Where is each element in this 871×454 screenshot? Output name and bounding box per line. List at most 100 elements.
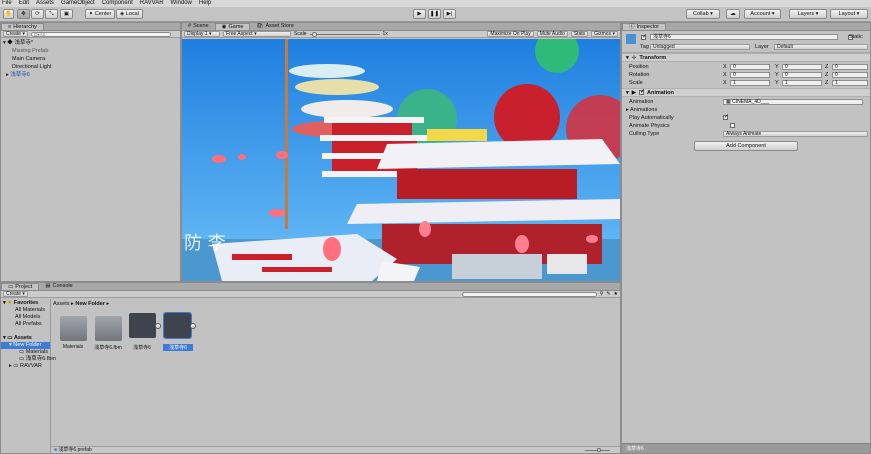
breadcrumb-new-folder[interactable]: New Folder (75, 301, 105, 307)
assets-folder-icon: ▭ (7, 335, 13, 341)
expand-prefab-icon[interactable]: › (190, 323, 196, 329)
animation-clip-field[interactable]: ▦ CINEMA_4D___ (723, 99, 863, 105)
hierarchy-item-prefab[interactable]: ▸ 浅草寺6 (1, 71, 180, 79)
scene-root-row[interactable]: ▾ ◆ 浅草寺* (1, 39, 180, 47)
hand-tool-button[interactable]: ✋ (3, 9, 14, 19)
tag-dropdown[interactable]: Untagged (650, 44, 750, 50)
culling-type-dropdown[interactable]: Always Animate (723, 131, 868, 137)
layers-dropdown[interactable]: Layers ▾ (789, 9, 827, 19)
animate-physics-checkbox[interactable] (729, 123, 735, 128)
maximize-on-play-toggle[interactable]: Maximize On Play (487, 31, 534, 37)
account-dropdown[interactable]: Account ▾ (744, 9, 781, 19)
collab-dropdown[interactable]: Collab ▾ (686, 9, 720, 19)
rotation-y-field[interactable]: 0 (782, 72, 822, 78)
hierarchy-create-button[interactable]: Create ▾ (3, 31, 28, 37)
animations-foldout[interactable]: ▸ Animations (626, 107, 657, 113)
pause-button[interactable]: ❚❚ (428, 9, 441, 19)
asset-materials-folder-icon[interactable] (60, 316, 87, 341)
rect-tool-button[interactable]: ▣ (60, 9, 73, 19)
asset-model-thumb-icon[interactable]: › (129, 313, 161, 338)
tab-game[interactable]: ◉ Game (214, 23, 251, 30)
fav-all-prefabs[interactable]: All Prefabs (1, 321, 50, 328)
step-button[interactable]: ▶| (443, 9, 456, 19)
object-active-checkbox[interactable] (641, 33, 647, 40)
space-local-button[interactable]: ◈ Local (116, 9, 143, 19)
star-icon[interactable]: ★ (614, 291, 618, 297)
stats-toggle[interactable]: Stats (570, 31, 589, 37)
tree-ravvar[interactable]: ▸ ▭ RAVVAR (1, 363, 50, 370)
gizmos-dropdown[interactable]: Gizmos ▾ (591, 31, 618, 37)
hierarchy-item-main-camera[interactable]: Main Camera (1, 55, 180, 63)
hierarchy-search-input[interactable]: Q▾All (30, 31, 171, 37)
expand-model-icon[interactable]: › (155, 323, 161, 329)
tree-materials[interactable]: ▭ Materials (1, 349, 50, 356)
tree-fbm[interactable]: ▭ 浅草寺6.fbm (1, 356, 56, 363)
rotation-x-field[interactable]: 0 (730, 72, 770, 78)
display-dropdown[interactable]: Display 1 ▾ (184, 31, 220, 37)
thumbnail-size-handle[interactable] (597, 448, 601, 452)
add-component-button[interactable]: Add Component (694, 141, 798, 151)
menu-ravvar[interactable]: RAVVAR (140, 0, 164, 7)
menu-window[interactable]: Window (171, 0, 192, 7)
scale-tool-button[interactable]: ⤡ (45, 9, 58, 19)
fav-all-models[interactable]: All Models (1, 314, 50, 321)
rotation-z-field[interactable]: 0 (832, 72, 868, 78)
asset-fbm-folder-icon[interactable] (95, 316, 122, 341)
layer-dropdown[interactable]: Default (774, 44, 868, 50)
menu-edit[interactable]: Edit (19, 0, 29, 7)
svg-text:防 李: 防 李 (184, 233, 226, 254)
tab-console[interactable]: ▤ Console (39, 283, 78, 290)
tab-asset-store[interactable]: 🛍 Asset Store (250, 23, 299, 30)
scale-slider-handle[interactable] (311, 31, 317, 37)
rotate-tool-button[interactable]: ⟳ (31, 9, 44, 19)
tab-project[interactable]: ▭ Project (1, 283, 40, 290)
cloud-button[interactable]: ☁ (726, 9, 740, 19)
play-auto-checkbox[interactable] (723, 113, 729, 120)
menu-component[interactable]: Component (102, 0, 133, 7)
position-z-field[interactable]: 0 (832, 64, 868, 70)
aspect-dropdown[interactable]: Free Aspect ▾ (223, 31, 291, 37)
animation-header[interactable]: ▾ ▶ Animation (622, 88, 870, 97)
scale-z-field[interactable]: 1 (832, 80, 868, 86)
pivot-icon: ✦ (88, 11, 94, 17)
menu-gameobject[interactable]: GameObject (61, 0, 95, 7)
project-create-label: Create (6, 291, 22, 297)
tab-scene[interactable]: # Scene (182, 23, 215, 30)
scale-y-field[interactable]: 1 (782, 80, 822, 86)
play-button[interactable]: ▶ (413, 9, 426, 19)
position-y-field[interactable]: 0 (782, 64, 822, 70)
project-search-input[interactable] (461, 291, 597, 297)
game-viewport[interactable]: 防 李 (182, 39, 620, 281)
transform-header[interactable]: ▾ ⊹ Transform (622, 53, 870, 62)
space-label: Local (125, 11, 139, 17)
scale-x-field[interactable]: 1 (730, 80, 770, 86)
menu-assets[interactable]: Assets (36, 0, 54, 7)
object-name-field[interactable]: 浅草寺6 (650, 34, 838, 40)
asset-prefab-label: 浅草寺6 (163, 344, 193, 351)
breadcrumb-assets[interactable]: Assets (53, 301, 70, 307)
tree-new-folder[interactable]: ▾ New Folder (1, 342, 50, 349)
menu-help[interactable]: Help (199, 0, 211, 7)
fav-all-materials[interactable]: All Materials (1, 307, 50, 314)
tab-inspector[interactable]: ⓘ Inspector (622, 23, 667, 30)
animation-enabled-checkbox[interactable] (639, 88, 645, 95)
filter-type-icon[interactable]: ⚲ (600, 291, 604, 297)
asset-prefab-thumb-icon[interactable]: › (163, 312, 196, 339)
hierarchy-item-missing-prefab[interactable]: Missing Prefab (1, 47, 180, 55)
tab-hierarchy[interactable]: ≡ Hierarchy (1, 23, 44, 30)
menu-file[interactable]: File (2, 0, 12, 7)
mute-audio-toggle[interactable]: Mute Audio (536, 31, 568, 37)
layout-dropdown[interactable]: Layout ▾ (830, 9, 868, 19)
filter-label-icon[interactable]: ✎ (606, 291, 610, 297)
assets-foldout[interactable]: ▾ ▭ Assets (1, 334, 50, 342)
favorites-foldout[interactable]: ▾ ★ Favorites (1, 299, 50, 307)
move-tool-button[interactable]: ✥ (17, 9, 30, 19)
scale-slider[interactable] (309, 31, 380, 37)
thumbnail-size-slider[interactable] (585, 448, 610, 452)
hierarchy-item-directional-light[interactable]: Directional Light (1, 63, 180, 71)
scale-z-label: Z (825, 80, 829, 86)
position-x-field[interactable]: 0 (730, 64, 770, 70)
project-create-button[interactable]: Create ▾ (3, 291, 28, 297)
pivot-center-button[interactable]: ✦ Center (85, 9, 115, 19)
console-icon: ▤ (45, 283, 51, 289)
